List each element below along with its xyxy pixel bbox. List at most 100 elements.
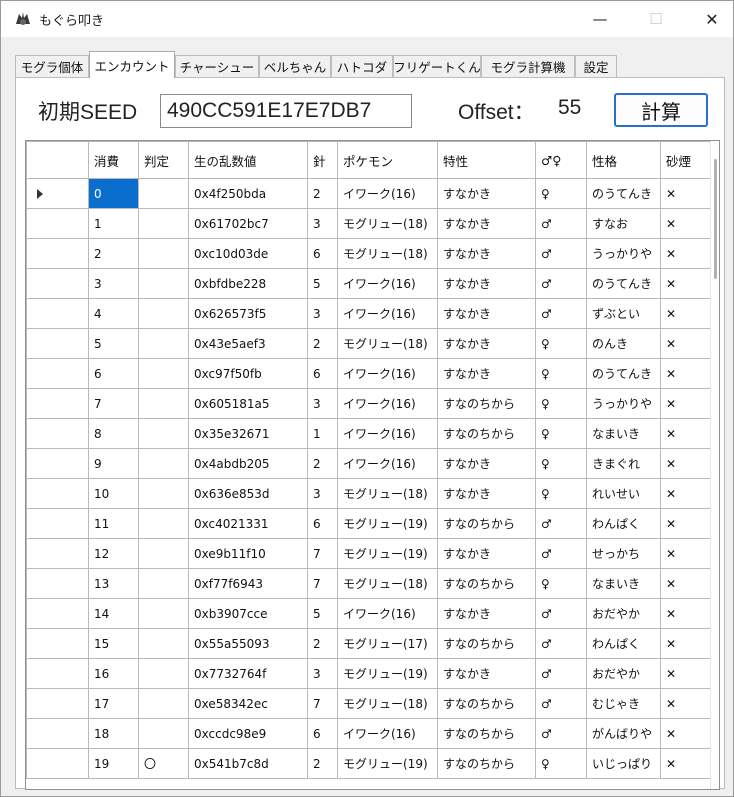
- cell-consumption[interactable]: 6: [88, 358, 139, 389]
- cell-raw-rand[interactable]: 0x626573f5: [188, 298, 308, 329]
- cell-ability[interactable]: すなのちから: [437, 508, 536, 539]
- cell-needle[interactable]: 7: [307, 568, 338, 599]
- cell-judgement[interactable]: [138, 208, 189, 239]
- cell-raw-rand[interactable]: 0xe9b11f10: [188, 538, 308, 569]
- cell-pokemon[interactable]: モグリュー(18): [337, 208, 438, 239]
- cell-sand[interactable]: ✕: [660, 448, 711, 479]
- table-row[interactable]: 11 0xc4021331 6 モグリュー(19) すなのちから ♂ わんぱく ✕: [26, 508, 711, 539]
- row-header[interactable]: [26, 688, 89, 719]
- cell-consumption[interactable]: 16: [88, 658, 139, 689]
- cell-judgement[interactable]: [138, 508, 189, 539]
- cell-judgement[interactable]: [138, 448, 189, 479]
- cell-ability[interactable]: すなかき: [437, 298, 536, 329]
- cell-gender[interactable]: ♂: [535, 628, 587, 659]
- cell-nature[interactable]: がんばりや: [586, 718, 661, 749]
- cell-judgement[interactable]: [138, 358, 189, 389]
- cell-raw-rand[interactable]: 0x43e5aef3: [188, 328, 308, 359]
- encounter-grid[interactable]: 消費 判定 生の乱数値 針 ポケモン 特性 ♂♀ 性格 砂煙 0 0x4f250b…: [25, 140, 720, 790]
- cell-nature[interactable]: いじっぱり: [586, 748, 661, 779]
- cell-judgement[interactable]: [138, 178, 189, 209]
- tab-mole-individual[interactable]: モグラ個体: [15, 55, 89, 77]
- maximize-button[interactable]: ☐: [633, 1, 679, 37]
- row-header[interactable]: [26, 208, 89, 239]
- cell-nature[interactable]: むじゃき: [586, 688, 661, 719]
- cell-sand[interactable]: ✕: [660, 598, 711, 629]
- scrollbar-thumb[interactable]: [714, 159, 717, 279]
- cell-pokemon[interactable]: イワーク(16): [337, 718, 438, 749]
- cell-needle[interactable]: 3: [307, 208, 338, 239]
- cell-raw-rand[interactable]: 0x636e853d: [188, 478, 308, 509]
- table-row[interactable]: 8 0x35e32671 1 イワーク(16) すなのちから ♀ なまいき ✕: [26, 418, 711, 449]
- cell-needle[interactable]: 3: [307, 658, 338, 689]
- cell-needle[interactable]: 2: [307, 328, 338, 359]
- cell-consumption[interactable]: 7: [88, 388, 139, 419]
- cell-consumption[interactable]: 11: [88, 508, 139, 539]
- cell-ability[interactable]: すなのちから: [437, 718, 536, 749]
- cell-consumption[interactable]: 14: [88, 598, 139, 629]
- table-row[interactable]: 13 0xf77f6943 7 モグリュー(18) すなのちから ♀ なまいき ✕: [26, 568, 711, 599]
- cell-pokemon[interactable]: イワーク(16): [337, 418, 438, 449]
- cell-sand[interactable]: ✕: [660, 328, 711, 359]
- cell-nature[interactable]: わんぱく: [586, 628, 661, 659]
- cell-sand[interactable]: ✕: [660, 388, 711, 419]
- cell-judgement[interactable]: [138, 658, 189, 689]
- column-header-raw-rand[interactable]: 生の乱数値: [188, 141, 308, 179]
- column-header-ability[interactable]: 特性: [437, 141, 536, 179]
- cell-judgement[interactable]: [138, 298, 189, 329]
- cell-nature[interactable]: すなお: [586, 208, 661, 239]
- minimize-button[interactable]: —: [577, 1, 623, 37]
- table-row[interactable]: 16 0x7732764f 3 モグリュー(19) すなかき ♂ おだやか ✕: [26, 658, 711, 689]
- cell-consumption[interactable]: 4: [88, 298, 139, 329]
- cell-needle[interactable]: 1: [307, 418, 338, 449]
- cell-gender[interactable]: ♀: [535, 388, 587, 419]
- cell-raw-rand[interactable]: 0x61702bc7: [188, 208, 308, 239]
- cell-sand[interactable]: ✕: [660, 748, 711, 779]
- offset-value[interactable]: 55: [558, 96, 581, 120]
- cell-gender[interactable]: ♀: [535, 328, 587, 359]
- cell-raw-rand[interactable]: 0x4f250bda: [188, 178, 308, 209]
- cell-needle[interactable]: 2: [307, 448, 338, 479]
- cell-consumption[interactable]: 0: [88, 178, 139, 209]
- row-header[interactable]: [26, 178, 89, 209]
- cell-consumption[interactable]: 3: [88, 268, 139, 299]
- cell-ability[interactable]: すなのちから: [437, 688, 536, 719]
- cell-raw-rand[interactable]: 0x4abdb205: [188, 448, 308, 479]
- cell-needle[interactable]: 6: [307, 358, 338, 389]
- column-header-needle[interactable]: 針: [307, 141, 338, 179]
- cell-pokemon[interactable]: モグリュー(19): [337, 658, 438, 689]
- cell-raw-rand[interactable]: 0xbfdbe228: [188, 268, 308, 299]
- cell-needle[interactable]: 3: [307, 298, 338, 329]
- table-row[interactable]: 10 0x636e853d 3 モグリュー(18) すなかき ♀ れいせい ✕: [26, 478, 711, 509]
- cell-needle[interactable]: 2: [307, 748, 338, 779]
- tab-encounter[interactable]: エンカウント: [89, 51, 175, 78]
- cell-ability[interactable]: すなかき: [437, 478, 536, 509]
- row-header[interactable]: [26, 418, 89, 449]
- cell-needle[interactable]: 3: [307, 388, 338, 419]
- row-header[interactable]: [26, 328, 89, 359]
- cell-ability[interactable]: すなのちから: [437, 628, 536, 659]
- cell-ability[interactable]: すなかき: [437, 208, 536, 239]
- cell-judgement[interactable]: [138, 268, 189, 299]
- table-row[interactable]: 14 0xb3907cce 5 イワーク(16) すなかき ♂ おだやか ✕: [26, 598, 711, 629]
- cell-gender[interactable]: ♂: [535, 658, 587, 689]
- tab-hatokoda[interactable]: ハトコダ: [331, 55, 393, 77]
- cell-pokemon[interactable]: イワーク(16): [337, 598, 438, 629]
- cell-judgement[interactable]: [138, 688, 189, 719]
- cell-pokemon[interactable]: イワーク(16): [337, 268, 438, 299]
- table-row[interactable]: 1 0x61702bc7 3 モグリュー(18) すなかき ♂ すなお ✕: [26, 208, 711, 239]
- cell-gender[interactable]: ♀: [535, 358, 587, 389]
- cell-nature[interactable]: のうてんき: [586, 358, 661, 389]
- cell-ability[interactable]: すなかき: [437, 658, 536, 689]
- cell-nature[interactable]: うっかりや: [586, 238, 661, 269]
- cell-ability[interactable]: すなかき: [437, 358, 536, 389]
- cell-raw-rand[interactable]: 0xf77f6943: [188, 568, 308, 599]
- cell-judgement[interactable]: [138, 328, 189, 359]
- tab-frigate[interactable]: フリゲートくん: [393, 55, 481, 77]
- cell-consumption[interactable]: 17: [88, 688, 139, 719]
- row-header[interactable]: [26, 478, 89, 509]
- cell-nature[interactable]: なまいき: [586, 568, 661, 599]
- row-header[interactable]: [26, 718, 89, 749]
- cell-nature[interactable]: のうてんき: [586, 268, 661, 299]
- column-header-sand[interactable]: 砂煙: [660, 141, 711, 179]
- table-row[interactable]: 3 0xbfdbe228 5 イワーク(16) すなかき ♂ のうてんき ✕: [26, 268, 711, 299]
